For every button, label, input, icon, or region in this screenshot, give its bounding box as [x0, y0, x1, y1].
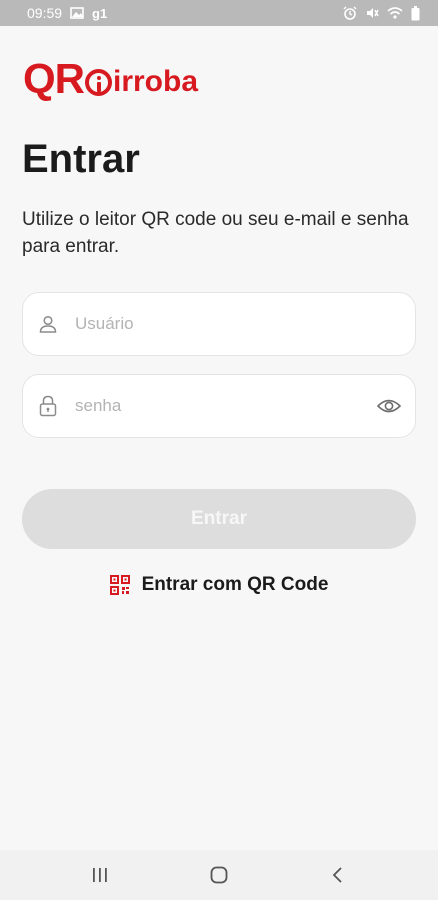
- status-time: 09:59: [27, 5, 63, 21]
- mute-icon: [365, 6, 379, 20]
- back-icon[interactable]: [318, 855, 358, 895]
- username-input[interactable]: [73, 303, 415, 345]
- status-bar: 09:59 g1: [0, 0, 438, 26]
- password-field[interactable]: [22, 374, 416, 438]
- status-carrier: g1: [92, 5, 108, 21]
- qr-code-icon: [109, 575, 130, 595]
- logo-qr: QR: [23, 55, 85, 102]
- page-subtitle: Utilize o leitor QR code ou seu e-mail e…: [22, 209, 409, 257]
- password-input[interactable]: [73, 385, 375, 427]
- show-password-icon[interactable]: [375, 392, 403, 420]
- wifi-icon: [387, 6, 403, 20]
- status-right: [343, 5, 420, 21]
- status-left: 09:59 g1: [27, 5, 107, 21]
- lock-icon: [37, 395, 59, 417]
- logo-text: irroba: [113, 65, 199, 98]
- qr-login-label: Entrar com QR Code: [141, 574, 329, 595]
- alarm-icon: [343, 6, 357, 20]
- page-title: Entrar: [22, 137, 140, 181]
- qr-login-link[interactable]: Entrar com QR Code: [0, 570, 438, 600]
- username-field[interactable]: [22, 292, 416, 356]
- recent-apps-icon[interactable]: [80, 855, 120, 895]
- app-logo: QR irroba: [23, 58, 198, 100]
- login-button[interactable]: Entrar: [22, 489, 416, 549]
- battery-icon: [411, 5, 420, 21]
- user-icon: [37, 315, 59, 333]
- home-icon[interactable]: [199, 855, 239, 895]
- system-nav-bar: [0, 850, 438, 900]
- logo-info-icon: [85, 68, 112, 96]
- image-icon: [70, 7, 84, 19]
